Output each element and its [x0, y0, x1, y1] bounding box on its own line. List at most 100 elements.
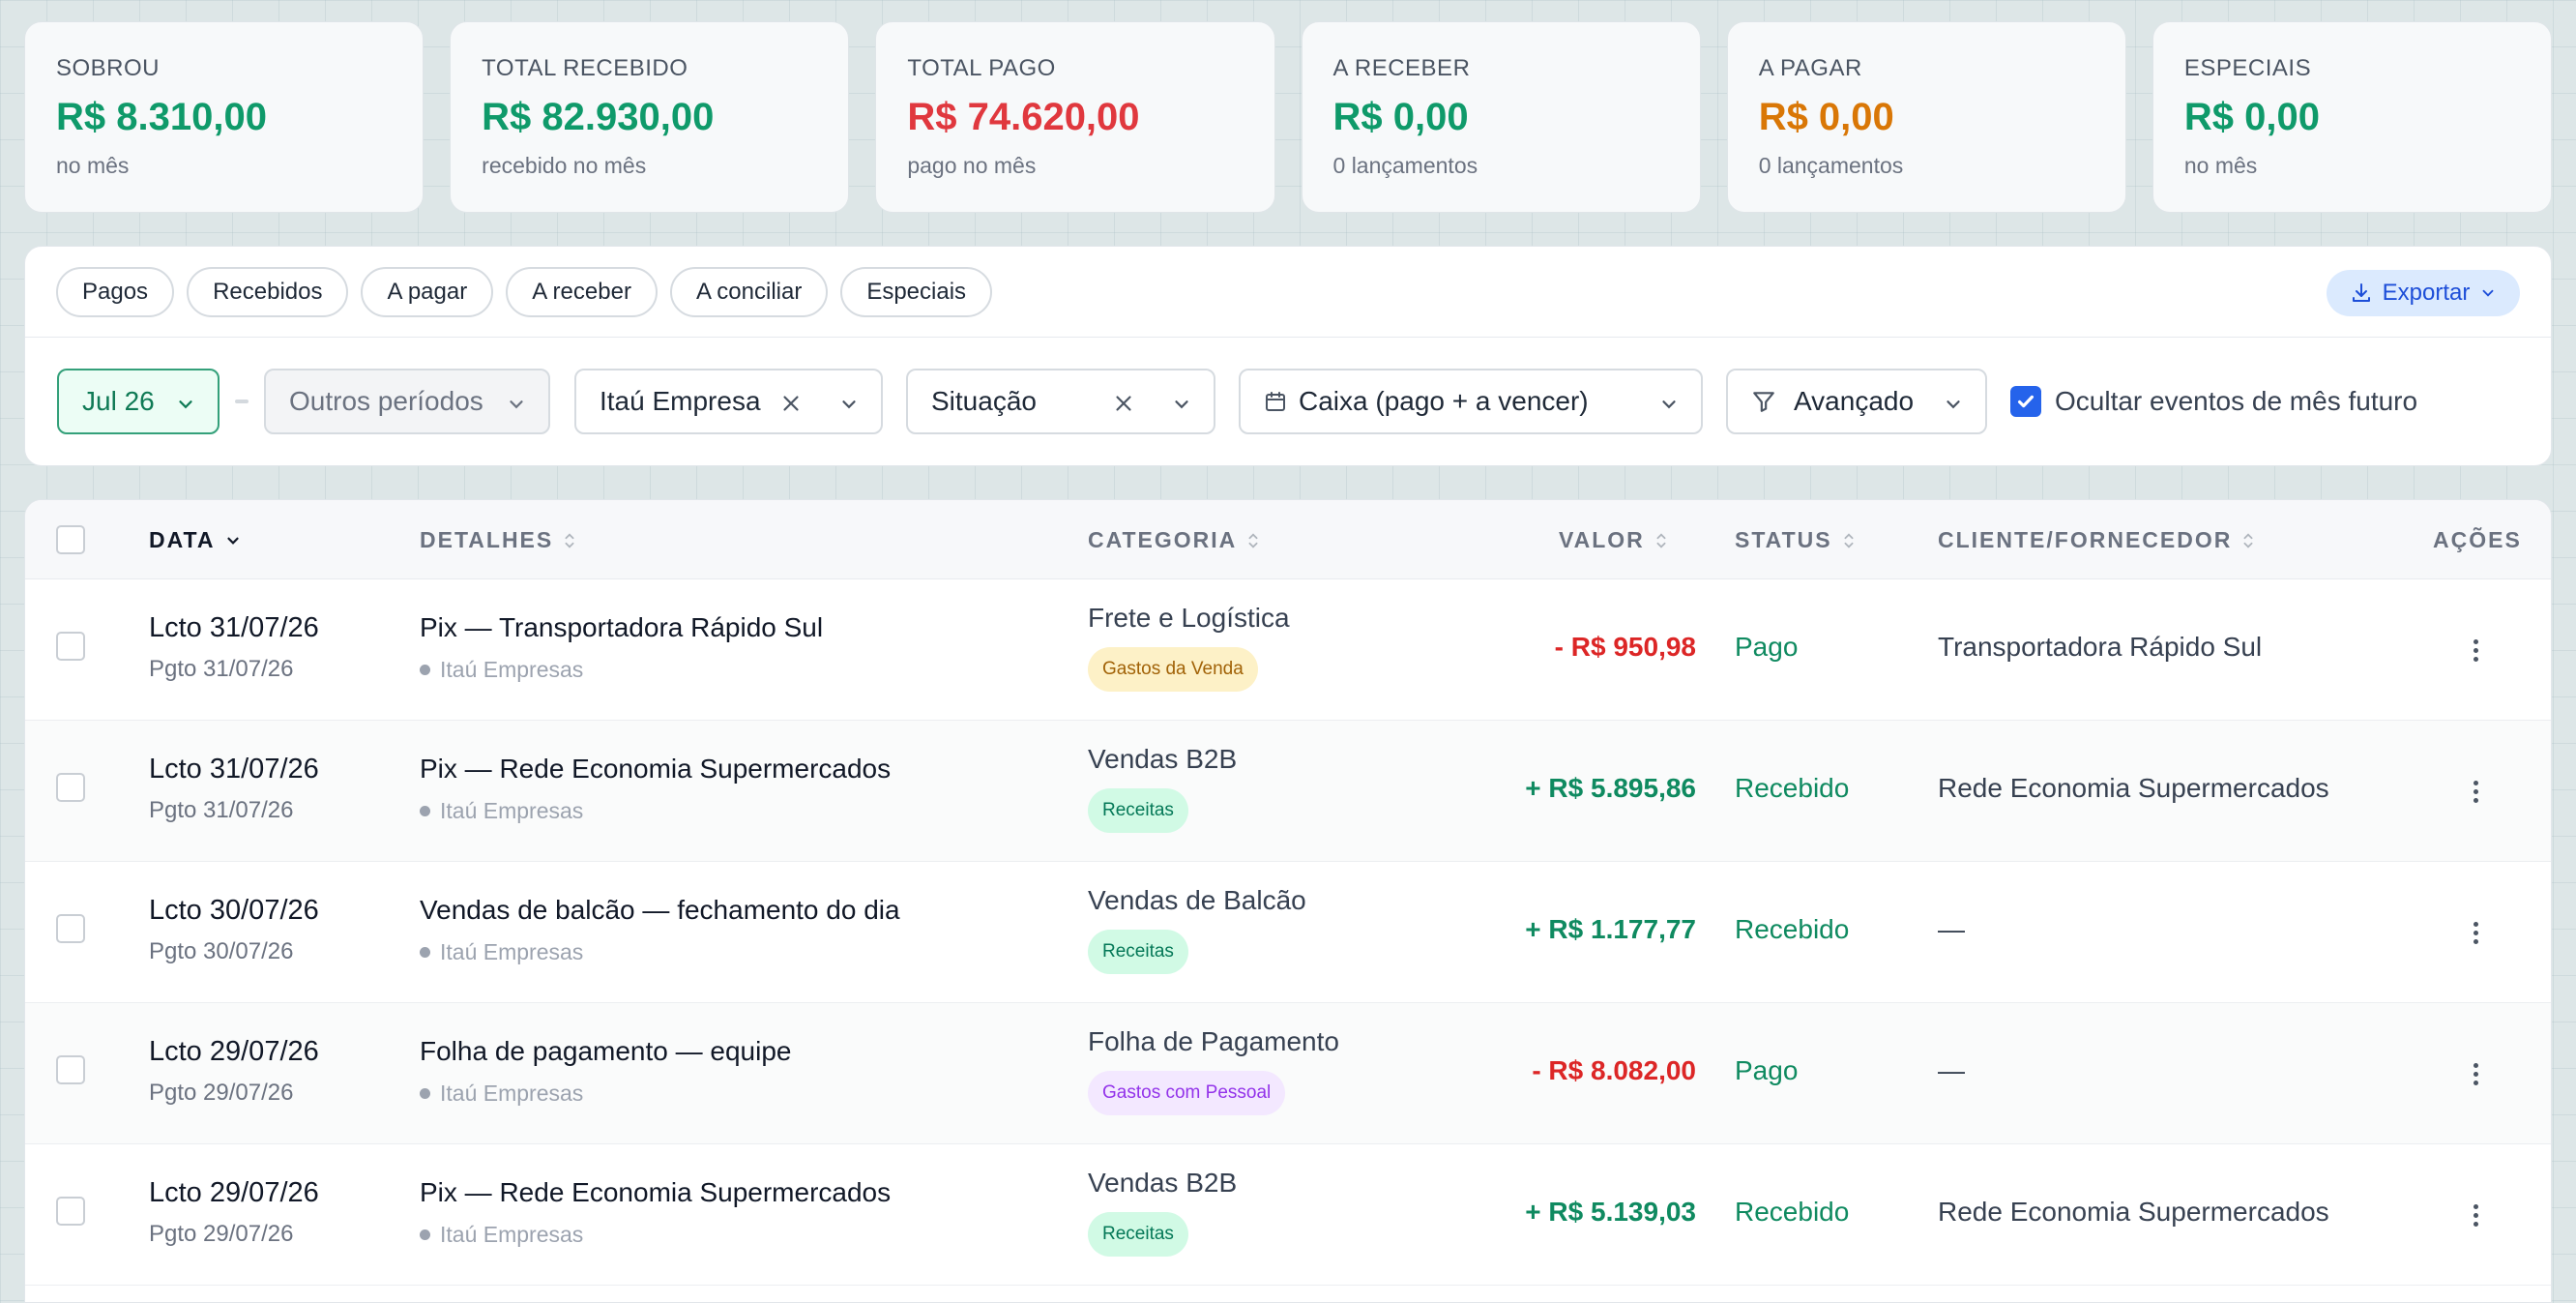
category-name: Vendas B2B	[1088, 744, 1238, 774]
clear-icon[interactable]	[1111, 391, 1136, 416]
row-checkbox[interactable]	[56, 914, 85, 943]
bank-account: Itaú Empresas	[420, 1081, 792, 1107]
sort-desc-icon	[227, 537, 240, 545]
column-header-valor[interactable]: VALOR	[1559, 527, 1668, 553]
category-cell: Frete e Logística Gastos da Venda	[1088, 603, 1290, 692]
card-value: R$ 0,00	[1758, 96, 1894, 138]
amount: + R$ 5.139,03	[1525, 1197, 1696, 1227]
bank-label: Itaú Empresas	[440, 1222, 584, 1247]
sort-icon	[1844, 532, 1854, 548]
launch-date: Lcto 30/07/26	[149, 895, 319, 926]
column-header-detalhes[interactable]: DETALHES	[420, 527, 576, 553]
situation-select[interactable]: Situação	[906, 369, 1215, 434]
row-checkbox[interactable]	[56, 632, 85, 661]
row-checkbox[interactable]	[56, 773, 85, 802]
chevron-down-icon	[179, 400, 192, 409]
download-icon	[2352, 283, 2370, 302]
details-cell: Vendas de balcão — fechamento do dia Ita…	[420, 895, 900, 965]
filter-chip-pagos[interactable]: Pagos	[56, 266, 175, 317]
export-button[interactable]: Exportar	[2327, 270, 2520, 316]
card-value: R$ 0,00	[1332, 96, 1469, 138]
card-label: A RECEBER	[1332, 55, 1471, 81]
bank-account: Itaú Empresas	[420, 1222, 891, 1248]
advanced-label: Avançado	[1794, 386, 1915, 416]
transaction-title: Pix — Rede Economia Supermercados	[420, 754, 892, 784]
bank-dot-icon	[420, 806, 430, 816]
table-row[interactable]: Lcto 29/07/26 Pgto 29/07/26 Folha de pag…	[25, 1003, 2551, 1144]
column-label: DATA	[149, 527, 216, 552]
client-name: Rede Economia Supermercados	[1938, 1197, 2329, 1227]
table-header: DATA DETALHES CATEGORIA VALOR STATUS CLI…	[25, 500, 2551, 579]
other-periods-dropdown[interactable]: Outros períodos	[264, 369, 550, 434]
sort-icon	[1656, 532, 1666, 548]
payment-date: Pgto 29/07/26	[149, 1221, 294, 1247]
bank-account: Itaú Empresas	[420, 657, 823, 683]
status-label: Pago	[1735, 632, 1799, 662]
filter-chip-a-pagar[interactable]: A pagar	[361, 266, 494, 317]
hide-future-toggle[interactable]: Ocultar eventos de mês futuro	[2010, 386, 2417, 417]
chevron-down-icon	[1175, 400, 1188, 409]
status-label: Recebido	[1735, 773, 1850, 803]
category-name: Folha de Pagamento	[1088, 1026, 1339, 1056]
clear-icon[interactable]	[778, 391, 804, 416]
card-label: ESPECIAIS	[2183, 55, 2312, 81]
filter-chip-especiais[interactable]: Especiais	[840, 266, 993, 317]
card-subtitle: pago no mês	[907, 153, 1037, 178]
date-cell: Lcto 31/07/26 Pgto 31/07/26	[149, 612, 319, 683]
row-checkbox[interactable]	[56, 1197, 85, 1226]
column-header-cliente[interactable]: CLIENTE/FORNECEDOR	[1938, 527, 2255, 553]
export-label: Exportar	[2382, 280, 2471, 306]
account-select[interactable]: Itaú Empresa	[574, 369, 883, 434]
row-actions-menu-icon[interactable]	[2473, 1204, 2478, 1227]
chevron-down-icon	[2482, 289, 2494, 297]
column-header-categoria[interactable]: CATEGORIA	[1088, 527, 1260, 553]
client-name: Transportadora Rápido Sul	[1938, 632, 2263, 662]
category-cell: Folha de Pagamento Gastos com Pessoal	[1088, 1026, 1339, 1115]
select-all-checkbox[interactable]	[56, 525, 85, 554]
sort-icon	[1248, 532, 1258, 548]
other-periods-label: Outros períodos	[289, 386, 483, 416]
bank-account: Itaú Empresas	[420, 798, 891, 824]
mode-select[interactable]: Caixa (pago + a vencer)	[1239, 369, 1703, 434]
sort-icon	[2243, 532, 2253, 548]
summary-card-especiais: ESPECIAIS R$ 0,00 no mês	[2152, 21, 2553, 213]
table-body: Lcto 31/07/26 Pgto 31/07/26 Pix — Transp…	[25, 579, 2551, 1286]
details-cell: Folha de pagamento — equipe Itaú Empresa…	[420, 1036, 792, 1107]
row-checkbox[interactable]	[56, 1055, 85, 1084]
client-name: —	[1938, 1055, 1965, 1085]
row-actions-menu-icon[interactable]	[2473, 922, 2478, 944]
card-subtitle: no mês	[56, 153, 130, 178]
column-label: CATEGORIA	[1088, 527, 1238, 552]
table-row[interactable]: Lcto 31/07/26 Pgto 31/07/26 Pix — Transp…	[25, 579, 2551, 721]
period-selector[interactable]: Jul 26	[57, 369, 220, 434]
column-header-data[interactable]: DATA	[149, 527, 242, 553]
row-actions-menu-icon[interactable]	[2473, 781, 2478, 803]
table-row[interactable]: Lcto 30/07/26 Pgto 30/07/26 Vendas de ba…	[25, 862, 2551, 1003]
filter-chip-a-conciliar[interactable]: A conciliar	[669, 266, 829, 317]
row-actions-menu-icon[interactable]	[2473, 1063, 2478, 1085]
column-header-status[interactable]: STATUS	[1735, 527, 1856, 553]
advanced-filter-button[interactable]: Avançado	[1726, 369, 1987, 434]
date-cell: Lcto 29/07/26 Pgto 29/07/26	[149, 1036, 319, 1107]
launch-date: Lcto 31/07/26	[149, 612, 319, 643]
chevron-down-icon	[842, 400, 856, 409]
transaction-title: Pix — Rede Economia Supermercados	[420, 1177, 892, 1207]
row-actions-menu-icon[interactable]	[2473, 639, 2478, 662]
details-cell: Pix — Transportadora Rápido Sul Itaú Emp…	[420, 612, 823, 683]
summary-card-total-recebido: TOTAL RECEBIDO R$ 82.930,00 recebido no …	[450, 21, 850, 213]
table-row[interactable]: Lcto 29/07/26 Pgto 29/07/26 Pix — Rede E…	[25, 1144, 2551, 1286]
checkbox-checked[interactable]	[2010, 386, 2041, 417]
filter-chip-a-receber[interactable]: A receber	[506, 266, 658, 317]
hide-future-label: Ocultar eventos de mês futuro	[2055, 386, 2418, 416]
transaction-title: Folha de pagamento — equipe	[420, 1036, 792, 1066]
bank-dot-icon	[420, 665, 430, 675]
card-subtitle: 0 lançamentos	[1758, 153, 1904, 178]
amount: - R$ 8.082,00	[1532, 1055, 1696, 1085]
card-subtitle: no mês	[2183, 153, 2258, 178]
filter-chip-recebidos[interactable]: Recebidos	[187, 266, 349, 317]
bank-label: Itaú Empresas	[440, 798, 584, 823]
filter-controls-row: Jul 26 Outros períodos Itaú Empresa Situ…	[25, 338, 2551, 465]
date-cell: Lcto 31/07/26 Pgto 31/07/26	[149, 754, 319, 824]
status-label: Recebido	[1735, 1197, 1850, 1227]
table-row[interactable]: Lcto 31/07/26 Pgto 31/07/26 Pix — Rede E…	[25, 721, 2551, 862]
